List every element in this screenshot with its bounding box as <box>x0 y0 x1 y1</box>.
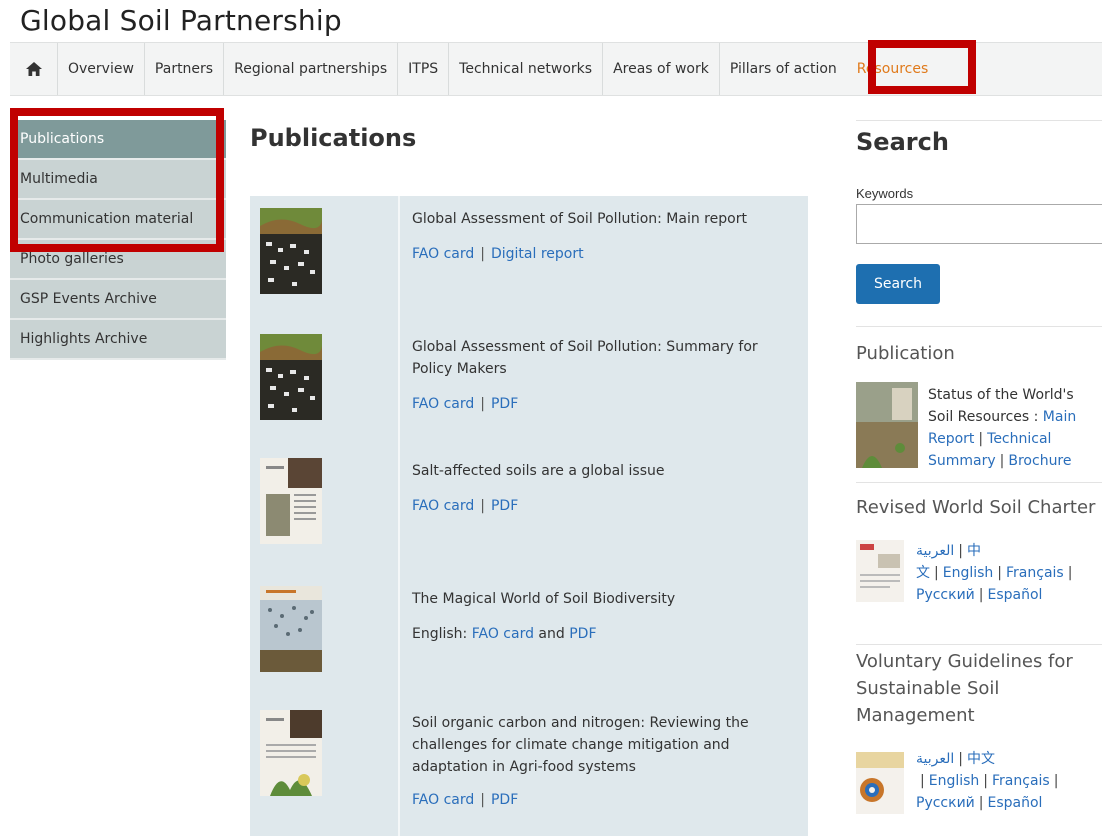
charter-languages: العربية | 中文 | English | Français |Русский | Espa… <box>916 540 1102 606</box>
language-link-russian[interactable]: Русский <box>916 587 975 603</box>
search-button[interactable]: Search <box>856 264 940 304</box>
link-separator: | <box>1067 565 1073 581</box>
voluntary-guidelines-heading: Voluntary Guidelines for Sustainable Soi… <box>856 651 1073 726</box>
cover-thumbnail[interactable] <box>260 710 322 796</box>
keywords-input[interactable] <box>856 204 1102 244</box>
language-link-arabic[interactable]: العربية <box>916 751 954 767</box>
home-icon <box>25 62 42 76</box>
nav-pillars-of-action[interactable]: Pillars of action <box>720 43 839 95</box>
publication-title: Soil organic carbon and nitrogen: Review… <box>412 715 749 775</box>
language-link-english[interactable]: English <box>943 565 994 581</box>
nav-itps[interactable]: ITPS <box>398 43 450 95</box>
sidebar-item-photo-galleries[interactable]: Photo galleries <box>10 240 226 280</box>
language-link-french[interactable]: Français <box>992 773 1050 789</box>
publication-list: Global Assessment of Soil Pollution: Mai… <box>250 196 808 836</box>
nav-partners[interactable]: Partners <box>145 43 225 95</box>
publication-heading: Publication <box>856 343 955 364</box>
divider <box>856 120 1102 121</box>
fao-card-link[interactable]: FAO card <box>472 626 534 642</box>
publication-title: Salt-affected soils are a global issue <box>412 463 665 479</box>
cover-thumbnail[interactable] <box>260 334 322 420</box>
main-nav: Overview Partners Regional partnerships … <box>10 42 1102 96</box>
nav-resources[interactable]: Resources <box>839 43 939 95</box>
publication-title: The Magical World of Soil Biodiversity <box>412 591 676 607</box>
sidebar: Publications Multimedia Communication ma… <box>10 120 226 360</box>
nav-technical-networks[interactable]: Technical networks <box>449 43 604 95</box>
guidelines-languages: العربية | 中文 | English | Français | Русский | Espa… <box>916 748 1102 814</box>
pdf-link[interactable]: PDF <box>491 498 518 514</box>
digital-report-link[interactable]: Digital report <box>491 246 584 262</box>
link-separator: | <box>1053 773 1059 789</box>
search-heading: Search <box>856 128 949 156</box>
link-separator: | <box>978 587 984 603</box>
language-label: English: <box>412 626 472 642</box>
cover-thumbnail[interactable] <box>260 458 322 544</box>
link-separator: | <box>958 543 963 559</box>
keywords-label: Keywords <box>856 186 914 201</box>
link-separator: | <box>999 453 1005 469</box>
sidebar-item-multimedia[interactable]: Multimedia <box>10 160 226 200</box>
sidebar-item-publications[interactable]: Publications <box>10 120 226 160</box>
publication-links: FAO card | PDF <box>412 396 518 412</box>
publication-links: FAO card | PDF <box>412 498 518 514</box>
column-divider <box>398 196 400 836</box>
language-link-chinese[interactable]: 中文 <box>967 751 995 767</box>
page-title: Publications <box>250 124 417 152</box>
language-link-spanish[interactable]: Español <box>988 795 1043 811</box>
charter-thumbnail[interactable] <box>856 540 904 602</box>
language-link-russian[interactable]: Русский <box>916 795 975 811</box>
pdf-link[interactable]: PDF <box>491 396 518 412</box>
nav-home[interactable] <box>10 43 58 95</box>
fao-card-link[interactable]: FAO card <box>412 498 474 514</box>
fao-card-link[interactable]: FAO card <box>412 246 474 262</box>
publication-links: English: FAO card and PDF <box>412 626 597 642</box>
fao-card-link[interactable]: FAO card <box>412 792 474 808</box>
status-report-text: Status of the World's Soil Resources : M… <box>928 384 1102 472</box>
status-report-thumbnail[interactable] <box>856 382 918 468</box>
language-link-arabic[interactable]: العربية <box>916 543 954 559</box>
publication-links: FAO card | PDF <box>412 792 518 808</box>
sidebar-item-communication-material[interactable]: Communication material <box>10 200 226 240</box>
link-separator: | <box>480 246 485 262</box>
pdf-link[interactable]: PDF <box>569 626 596 642</box>
brochure-link[interactable]: Brochure <box>1008 453 1071 469</box>
guidelines-thumbnail[interactable] <box>856 752 904 814</box>
link-separator: | <box>983 773 988 789</box>
language-link-spanish[interactable]: Español <box>988 587 1043 603</box>
publication-title: Global Assessment of Soil Pollution: Mai… <box>412 211 747 227</box>
cover-thumbnail[interactable] <box>260 208 322 294</box>
divider <box>856 644 1102 645</box>
link-separator: | <box>958 751 963 767</box>
link-separator: | <box>480 792 485 808</box>
divider <box>856 326 1102 327</box>
publication-links: FAO card | Digital report <box>412 246 584 262</box>
language-link-english[interactable]: English <box>929 773 980 789</box>
cover-thumbnail[interactable] <box>260 586 322 672</box>
link-separator: | <box>978 431 984 447</box>
fao-card-link[interactable]: FAO card <box>412 396 474 412</box>
link-separator: | <box>934 565 939 581</box>
link-separator: | <box>920 773 925 789</box>
world-soil-charter-heading: Revised World Soil Charter <box>856 497 1096 518</box>
nav-areas-of-work[interactable]: Areas of work <box>603 43 720 95</box>
publication-title: Global Assessment of Soil Pollution: Sum… <box>412 339 758 377</box>
nav-regional-partnerships[interactable]: Regional partnerships <box>224 43 399 95</box>
site-title[interactable]: Global Soil Partnership <box>20 4 342 37</box>
link-joiner: and <box>533 626 570 642</box>
sidebar-item-highlights-archive[interactable]: Highlights Archive <box>10 320 226 360</box>
link-separator: | <box>978 795 984 811</box>
link-separator: | <box>997 565 1002 581</box>
link-separator: | <box>480 396 485 412</box>
pdf-link[interactable]: PDF <box>491 792 518 808</box>
nav-overview[interactable]: Overview <box>58 43 145 95</box>
sidebar-item-gsp-events-archive[interactable]: GSP Events Archive <box>10 280 226 320</box>
language-link-french[interactable]: Français <box>1006 565 1064 581</box>
divider <box>856 482 1102 483</box>
link-separator: | <box>480 498 485 514</box>
